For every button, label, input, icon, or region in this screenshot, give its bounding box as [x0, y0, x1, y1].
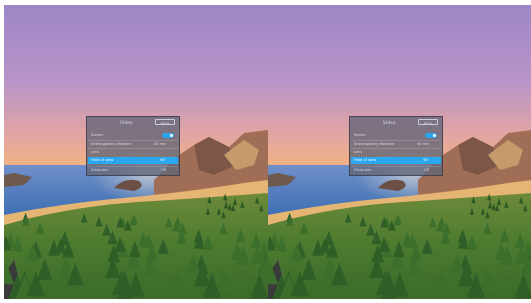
panel-title: Video: [120, 120, 133, 125]
setting-label: Stereo: [354, 133, 366, 137]
setting-row-ipd[interactable]: Interpupillary distance 63 mm: [88, 140, 178, 147]
setting-label: Stereo: [91, 133, 103, 137]
setting-label: Distortion: [91, 168, 109, 172]
setting-row-lens[interactable]: Lens: [88, 148, 178, 160]
setting-value: Off: [161, 168, 166, 172]
setting-row-lens[interactable]: Lens: [351, 148, 441, 160]
settings-panel: Video Done Stereo Interpupillary distanc…: [349, 116, 443, 176]
done-button[interactable]: Done: [418, 119, 438, 125]
setting-value: 63 mm: [417, 142, 429, 146]
setting-row-distortion[interactable]: Distortion Off: [351, 166, 441, 173]
setting-value: Off: [424, 168, 429, 172]
toggle-knob: [433, 134, 436, 137]
setting-row-field-of-view[interactable]: Field of view 90°: [351, 157, 441, 164]
panel-header: Video Done: [87, 119, 179, 128]
settings-panel: Video Done Stereo Interpupillary distanc…: [86, 116, 180, 176]
setting-row-stereo[interactable]: Stereo: [88, 132, 178, 139]
toggle-knob: [170, 134, 173, 137]
panel-header: Video Done: [350, 119, 442, 128]
right-eye-view: Video Done Stereo Interpupillary distanc…: [268, 5, 531, 299]
setting-label: Field of view: [91, 158, 114, 162]
setting-row-stereo[interactable]: Stereo: [351, 132, 441, 139]
setting-value: 90°: [423, 158, 429, 162]
left-eye-view: Video Done Stereo Interpupillary distanc…: [4, 5, 268, 299]
setting-row-field-of-view[interactable]: Field of view 90°: [88, 157, 178, 164]
setting-value: 90°: [160, 158, 166, 162]
panel-title: Video: [383, 120, 396, 125]
done-button[interactable]: Done: [155, 119, 175, 125]
setting-label: Field of view: [354, 158, 377, 162]
setting-label: Lens: [91, 150, 100, 154]
setting-label: Distortion: [354, 168, 372, 172]
setting-value: 63 mm: [154, 142, 166, 146]
setting-label: Lens: [354, 150, 363, 154]
stereo-toggle[interactable]: [425, 133, 437, 138]
setting-label: Interpupillary distance: [91, 142, 132, 146]
setting-row-distortion[interactable]: Distortion Off: [88, 166, 178, 173]
setting-row-ipd[interactable]: Interpupillary distance 63 mm: [351, 140, 441, 147]
setting-label: Interpupillary distance: [354, 142, 395, 146]
stereo-toggle[interactable]: [162, 133, 174, 138]
